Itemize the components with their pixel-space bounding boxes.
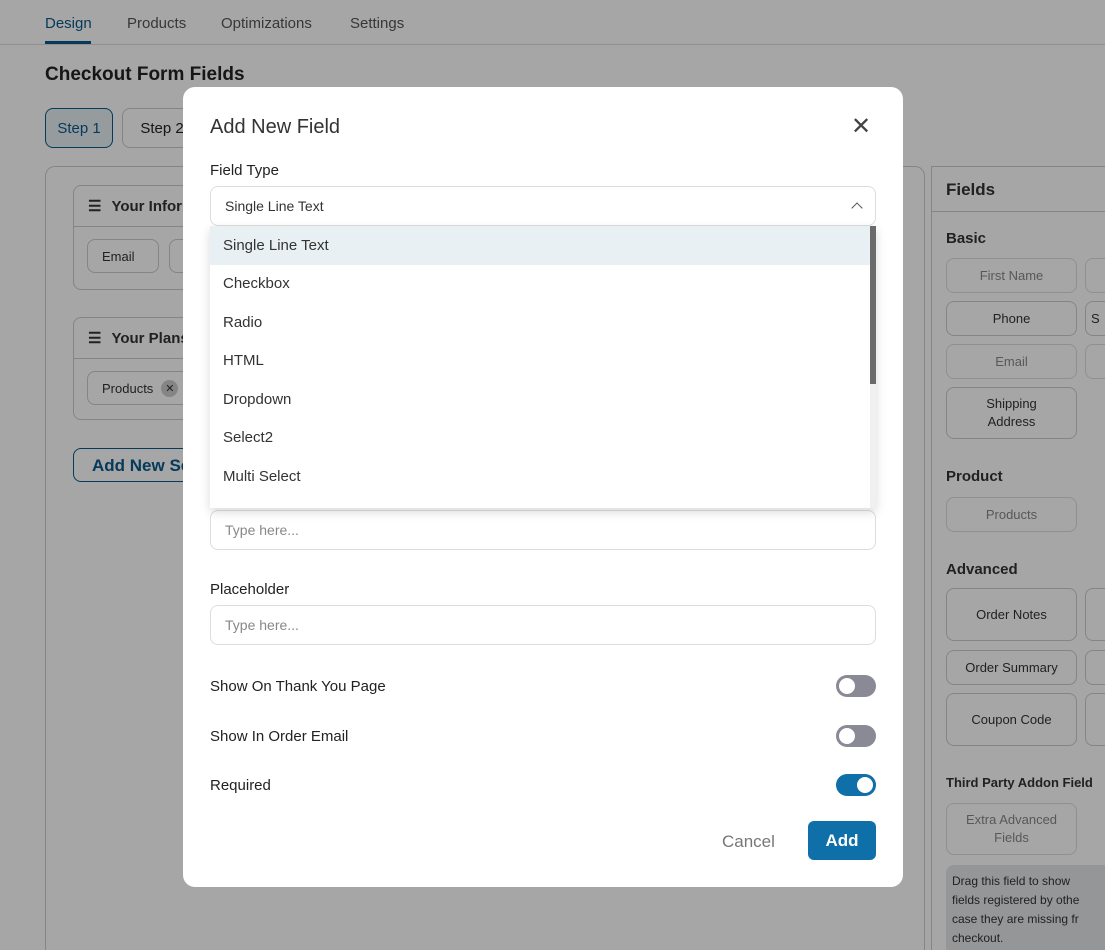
option-checkbox[interactable]: Checkbox [210,265,876,304]
placeholder-input[interactable]: Type here... [210,605,876,645]
option-dropdown[interactable]: Dropdown [210,380,876,419]
field-type-select[interactable]: Single Line Text [210,186,876,226]
add-new-field-modal: Add New Field ✕ Field Type Single Line T… [183,87,903,887]
label-input[interactable]: Type here... [210,510,876,550]
modal-title: Add New Field [210,116,341,138]
cancel-button[interactable]: Cancel [722,832,775,852]
add-button[interactable]: Add [808,821,876,860]
placeholder-label: Placeholder [210,581,290,598]
dropdown-scrollbar[interactable] [870,226,876,508]
scrollbar-thumb[interactable] [870,226,876,384]
option-html[interactable]: HTML [210,342,876,381]
toggle-label: Required [210,777,271,794]
toggle-label: Show On Thank You Page [210,678,386,695]
toggle-label: Show In Order Email [210,728,349,745]
close-icon[interactable]: ✕ [851,113,871,141]
option-multi-select[interactable]: Multi Select [210,457,876,496]
chevron-up-icon [851,202,863,214]
option-single-line-text[interactable]: Single Line Text [210,226,876,265]
field-type-label: Field Type [210,162,279,179]
field-type-value: Single Line Text [225,198,324,214]
field-type-dropdown: Single Line Text Checkbox Radio HTML Dro… [210,226,876,508]
option-select2[interactable]: Select2 [210,419,876,458]
show-in-order-email-toggle[interactable] [836,725,876,747]
option-radio[interactable]: Radio [210,303,876,342]
show-on-thank-you-toggle[interactable] [836,675,876,697]
required-toggle[interactable] [836,774,876,796]
